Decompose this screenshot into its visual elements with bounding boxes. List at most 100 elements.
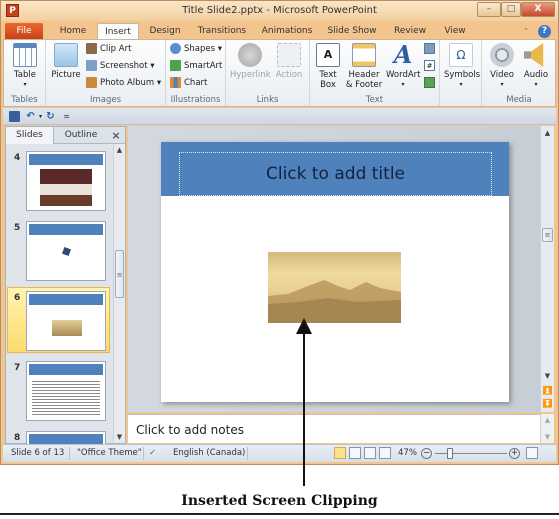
powerpoint-window: P Title Slide2.pptx - Microsoft PowerPoi…	[0, 0, 559, 465]
theme-name[interactable]: "Office Theme"	[77, 448, 142, 458]
minimize-button[interactable]: –	[477, 2, 501, 17]
scroll-down-icon[interactable]: ▼	[114, 433, 125, 441]
ribbon-tabs: File Home Insert Design Transitions Anim…	[1, 21, 558, 39]
action-label: Action	[275, 70, 303, 80]
slide-editing-area: Click to add title	[128, 126, 540, 412]
tab-view[interactable]: View	[439, 23, 471, 39]
slide-sorter-icon[interactable]	[349, 447, 361, 459]
scroll-down-icon[interactable]: ▼	[541, 433, 554, 441]
title-area: Click to add title	[161, 142, 509, 196]
slide-show-icon[interactable]	[379, 447, 391, 459]
zoom-in-icon[interactable]: +	[509, 448, 520, 459]
tab-animations[interactable]: Animations	[259, 23, 315, 39]
minimize-ribbon-icon[interactable]: ⌃	[521, 23, 531, 39]
picture-icon	[54, 43, 78, 67]
customize-toolbar-icon[interactable]: ≂	[61, 111, 72, 122]
picture-label: Picture	[51, 70, 81, 80]
close-button[interactable]: X	[521, 2, 555, 17]
slide-thumbnail-4[interactable]	[26, 151, 106, 211]
language[interactable]: English (Canada)	[173, 448, 245, 458]
title-placeholder[interactable]: Click to add title	[179, 152, 492, 196]
scroll-up-icon[interactable]: ▲	[114, 146, 125, 154]
photo-album-button[interactable]: Photo Album ▾	[86, 76, 161, 90]
thumbnail-title-bar	[29, 224, 103, 235]
tab-insert[interactable]: Insert	[97, 23, 139, 39]
slide-number-icon[interactable]	[424, 43, 435, 54]
screenshot-button[interactable]: Screenshot ▾	[86, 59, 155, 73]
slide-thumbnail-7[interactable]	[26, 361, 106, 421]
scroll-thumb[interactable]: ≡	[115, 250, 124, 298]
video-button[interactable]: Video ▾	[486, 43, 518, 90]
zoom-out-icon[interactable]: −	[421, 448, 432, 459]
wordart-icon: A	[393, 40, 413, 69]
wordart-button[interactable]: A WordArt ▾	[386, 40, 421, 90]
hyperlink-button[interactable]: Hyperlink	[230, 43, 271, 80]
picture-button[interactable]: Picture	[50, 43, 82, 80]
tab-transitions[interactable]: Transitions	[193, 23, 251, 39]
fit-to-window-icon[interactable]	[526, 447, 538, 459]
help-icon[interactable]: ?	[538, 25, 551, 38]
maximize-button[interactable]: □	[501, 2, 521, 17]
reading-view-icon[interactable]	[364, 447, 376, 459]
chart-button[interactable]: Chart	[170, 76, 207, 90]
slide-number: 7	[14, 363, 21, 373]
panel-tabs: Slides Outline ×	[6, 127, 125, 144]
audio-button[interactable]: Audio ▾	[520, 43, 552, 90]
date-time-icon[interactable]: #	[424, 60, 435, 71]
clip-art-button[interactable]: Clip Art	[86, 42, 131, 56]
tab-review[interactable]: Review	[391, 23, 429, 39]
notes-pane[interactable]: Click to add notes	[128, 414, 540, 443]
zoom-slider-track[interactable]	[435, 453, 507, 454]
object-icon[interactable]	[424, 77, 435, 88]
tab-slide-show[interactable]: Slide Show	[323, 23, 381, 39]
tab-design[interactable]: Design	[145, 23, 185, 39]
shapes-button[interactable]: Shapes ▾	[170, 42, 222, 56]
symbols-button[interactable]: Ω Symbols ▾	[444, 43, 481, 90]
chart-icon	[170, 77, 181, 88]
zoom-slider-thumb[interactable]	[446, 448, 453, 459]
spell-check-icon[interactable]: ✓	[149, 448, 156, 458]
table-label: Table	[14, 70, 36, 80]
shapes-label: Shapes ▾	[184, 44, 223, 54]
previous-slide-icon[interactable]: ⏫	[541, 386, 554, 395]
close-panel-icon[interactable]: ×	[108, 127, 124, 144]
tab-file[interactable]: File	[5, 23, 43, 39]
text-box-button[interactable]: A Text Box	[314, 43, 342, 90]
tab-slides[interactable]: Slides	[6, 127, 54, 144]
dropdown-arrow-icon: ▾	[459, 81, 463, 88]
table-button[interactable]: Table ▾	[10, 43, 40, 90]
slide-thumbnail-5[interactable]	[26, 221, 106, 281]
symbols-label: Symbols	[444, 70, 481, 80]
header-footer-icon	[352, 43, 376, 67]
save-icon[interactable]	[9, 111, 20, 122]
scroll-up-icon[interactable]: ▲	[541, 416, 554, 424]
scroll-down-icon[interactable]: ▼	[541, 372, 554, 380]
tab-home[interactable]: Home	[53, 23, 93, 39]
separator	[143, 447, 144, 460]
normal-view-icon[interactable]	[334, 447, 346, 459]
screen-clipping-image[interactable]	[268, 252, 401, 323]
smartart-button[interactable]: SmartArt	[170, 59, 222, 73]
quick-access-toolbar: ↶ ▾ ↻ ≂	[3, 108, 556, 125]
slide-scrollbar[interactable]: ▲ ≡ ▼ ⏫ ⏬	[540, 126, 554, 412]
redo-icon[interactable]: ↻	[45, 111, 56, 122]
separator	[69, 447, 70, 460]
caption-underline	[0, 513, 559, 515]
slide-number: 8	[14, 433, 21, 443]
zoom-level[interactable]: 47%	[398, 448, 417, 458]
slides-panel-scrollbar[interactable]: ▲ ≡ ▼	[113, 144, 125, 443]
header-footer-button[interactable]: Header & Footer	[344, 43, 384, 90]
group-symbols: Ω Symbols ▾	[440, 40, 482, 106]
clip-art-icon	[86, 43, 97, 54]
notes-scrollbar[interactable]: ▲ ▼	[540, 414, 554, 443]
group-images: Picture Clip Art Screenshot ▾ Photo Albu…	[46, 40, 166, 106]
audio-label: Audio	[523, 70, 549, 80]
scroll-up-icon[interactable]: ▲	[541, 129, 554, 137]
dropdown-arrow-icon: ▾	[401, 81, 405, 88]
tab-outline[interactable]: Outline	[56, 127, 106, 144]
slide-thumbnail-8[interactable]	[26, 431, 106, 445]
next-slide-icon[interactable]: ⏬	[541, 399, 554, 408]
action-button[interactable]: Action	[272, 43, 306, 80]
slide-thumbnail-6[interactable]	[26, 291, 106, 351]
scroll-thumb[interactable]: ≡	[542, 228, 553, 242]
